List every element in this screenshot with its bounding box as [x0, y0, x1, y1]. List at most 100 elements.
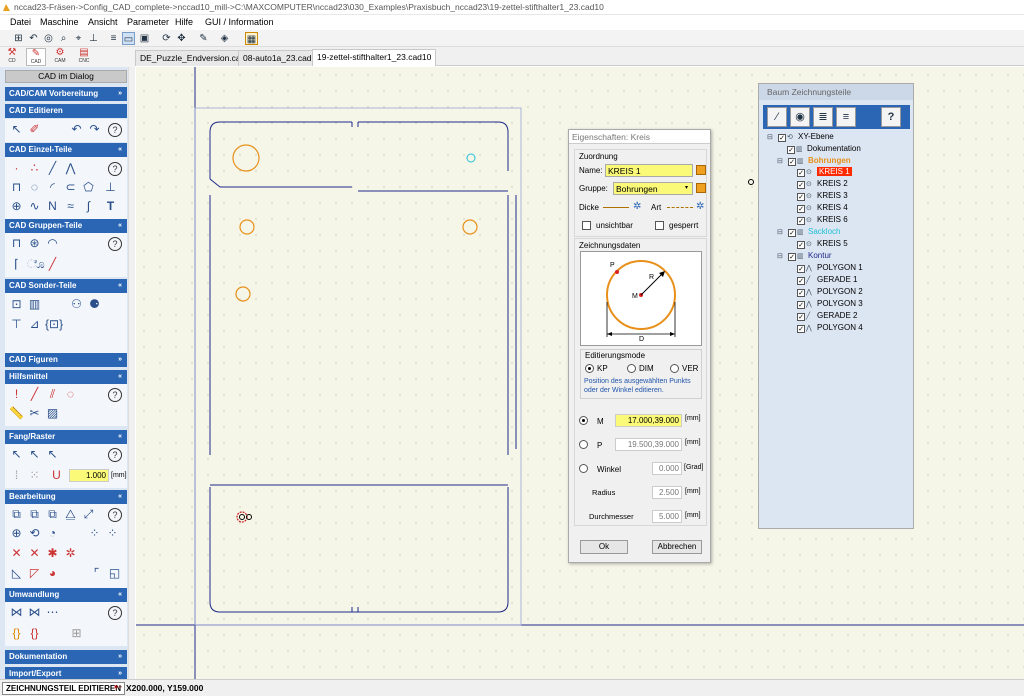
frame-icon[interactable]: ⊿: [27, 317, 42, 332]
convert-icon[interactable]: ⋈: [9, 605, 24, 620]
tree-item-gerade-1[interactable]: ✓ ╱ GERADE 1: [797, 274, 857, 285]
section-hilfsmittel[interactable]: Hilfsmittel «: [5, 370, 127, 384]
rotate-part-icon[interactable]: ⟲: [27, 526, 42, 541]
view-icon[interactable]: ◈: [218, 32, 231, 45]
group-circle-icon[interactable]: ⊛: [27, 236, 42, 251]
tree-item-dokumentation[interactable]: ✓ ▥ Dokumentation: [787, 143, 861, 154]
copy2-icon[interactable]: ⧉: [27, 507, 42, 522]
chamfer2-icon[interactable]: ◸: [27, 566, 42, 581]
trim2-icon[interactable]: ✕: [27, 546, 42, 561]
mode-cd-button[interactable]: ⚒ CD: [2, 48, 22, 66]
nc-icon[interactable]: ▥: [27, 297, 42, 312]
unsichtbar-checkbox[interactable]: [582, 221, 591, 230]
chamfer-icon[interactable]: ◺: [9, 566, 24, 581]
tree-item-polygon-3[interactable]: ✓ ⋀ POLYGON 3: [797, 298, 863, 309]
grid-icon[interactable]: ⊞: [12, 32, 25, 45]
section-cad-figuren[interactable]: CAD Figuren »: [5, 353, 127, 367]
winkel-radio[interactable]: [579, 464, 588, 473]
tree-sort-icon[interactable]: ≡: [836, 107, 856, 127]
snap-icon[interactable]: ↖: [9, 447, 24, 462]
gesperrt-checkbox[interactable]: [655, 221, 664, 230]
grid-dots-icon[interactable]: ⁙: [27, 468, 42, 483]
fillet3-icon[interactable]: ◱: [107, 566, 122, 581]
section-cad-einzel-teile[interactable]: CAD Einzel-Teile «: [5, 143, 127, 157]
group-line-icon[interactable]: ╱: [45, 257, 60, 272]
aux-line-icon[interactable]: ╱: [27, 387, 42, 402]
point-icon[interactable]: ·: [9, 161, 24, 176]
pen-icon[interactable]: ✎: [197, 32, 210, 45]
group-arc-icon[interactable]: ◠: [45, 236, 60, 251]
marker-icon[interactable]: !: [9, 387, 24, 402]
wave-icon[interactable]: ≈: [63, 199, 78, 214]
magnet-icon[interactable]: U: [49, 468, 64, 483]
group-rect-icon[interactable]: ⊓: [9, 236, 24, 251]
arc-icon[interactable]: ◜: [45, 180, 60, 195]
fillet-icon[interactable]: ◕: [45, 566, 60, 581]
section-import-export[interactable]: Import/Export »: [5, 667, 127, 679]
slot-icon[interactable]: ⊂: [63, 180, 78, 195]
bracket-convert-icon[interactable]: {}: [9, 626, 24, 641]
m-radio[interactable]: [579, 416, 588, 425]
tree-item-polygon-4[interactable]: ✓ ⋀ POLYGON 4: [797, 322, 863, 333]
name-input[interactable]: KREIS 1: [605, 164, 693, 177]
tree-view-icon[interactable]: ◉: [790, 107, 810, 127]
connector2-icon[interactable]: ⚈: [87, 297, 102, 312]
section-fang-raster[interactable]: Fang/Raster «: [5, 430, 127, 444]
convert-gray-icon[interactable]: ⊞: [69, 626, 84, 641]
mode-kp-radio[interactable]: [585, 364, 594, 373]
tree-item-kreis-4[interactable]: ✓ ⊙ KREIS 4: [797, 202, 848, 213]
help-icon[interactable]: ?: [108, 508, 122, 522]
tree-line-icon[interactable]: ⁄: [767, 107, 787, 127]
bracket-convert2-icon[interactable]: {}: [27, 626, 42, 641]
redo-edit-icon[interactable]: ↷: [87, 122, 102, 137]
mode-cad-button[interactable]: ✎ CAD: [26, 48, 46, 66]
polyline-icon[interactable]: ⋀: [63, 161, 78, 176]
menu-datei[interactable]: Datei: [10, 17, 31, 27]
copy3-icon[interactable]: ⧉: [45, 507, 60, 522]
cancel-button[interactable]: Abbrechen: [652, 540, 702, 554]
measure-icon[interactable]: ⊥: [87, 32, 100, 45]
section-cam-vorbereitung[interactable]: CAD/CAM Vorbereitung »: [5, 87, 127, 101]
tools-icon[interactable]: ✂: [27, 406, 42, 421]
snap2-icon[interactable]: ↖: [27, 447, 42, 462]
explode-icon[interactable]: ⁘: [87, 526, 102, 541]
panel-scrollbar[interactable]: [128, 67, 135, 679]
tree-help-icon[interactable]: ?: [881, 107, 901, 127]
help-icon[interactable]: ?: [108, 388, 122, 402]
winkel-value-input[interactable]: 0.000: [652, 462, 682, 475]
trim3-icon[interactable]: ✱: [45, 546, 60, 561]
pointer-icon[interactable]: ⌕: [57, 32, 70, 45]
polygon-icon[interactable]: ⬠: [81, 180, 96, 195]
line-icon[interactable]: ╱: [45, 161, 60, 176]
profile-icon[interactable]: ⊤: [9, 317, 24, 332]
help-icon[interactable]: ?: [108, 123, 122, 137]
undo-icon[interactable]: ↶: [27, 32, 40, 45]
page-icon[interactable]: ▭: [122, 32, 135, 45]
ok-button[interactable]: Ok: [580, 540, 628, 554]
scale-icon[interactable]: ⤢: [81, 507, 96, 522]
menu-ansicht[interactable]: Ansicht: [88, 17, 118, 27]
p-radio[interactable]: [579, 440, 588, 449]
connector-icon[interactable]: ⚇: [69, 297, 84, 312]
radius-value-input[interactable]: 2.500: [652, 486, 682, 499]
offset-icon[interactable]: ⊕: [9, 526, 24, 541]
grid-snap-icon[interactable]: ⁞: [9, 468, 24, 483]
gruppe-select[interactable]: Bohrungen: [613, 182, 693, 195]
tree-item-kreis-3[interactable]: ✓ ⊙ KREIS 3: [797, 190, 848, 201]
gruppe-color-swatch[interactable]: [696, 183, 706, 193]
circle-icon[interactable]: ◌: [27, 180, 42, 195]
trim4-icon[interactable]: ✲: [63, 546, 78, 561]
menu-maschine[interactable]: Maschine: [40, 17, 79, 27]
tree-list-icon[interactable]: ≣: [813, 107, 833, 127]
tree-item-kontur[interactable]: ⊟ ✓ ▥ Kontur: [777, 250, 832, 261]
array-icon[interactable]: ◔: [45, 526, 60, 541]
tab-zettel-stifthalter[interactable]: 19-zettel-stifthalter1_23.cad10: [312, 49, 437, 66]
move-icon[interactable]: ⌖: [72, 32, 85, 45]
dimension-icon[interactable]: ⊥: [103, 180, 118, 195]
settings-icon[interactable]: ✥: [175, 32, 188, 45]
ruler-icon[interactable]: 📏: [9, 406, 24, 421]
trim-icon[interactable]: ✕: [9, 546, 24, 561]
circle-cross-icon[interactable]: ⊕: [9, 199, 24, 214]
sonder-part-icon[interactable]: ⊡: [9, 297, 24, 312]
mirror-icon[interactable]: ⧋: [63, 507, 78, 522]
